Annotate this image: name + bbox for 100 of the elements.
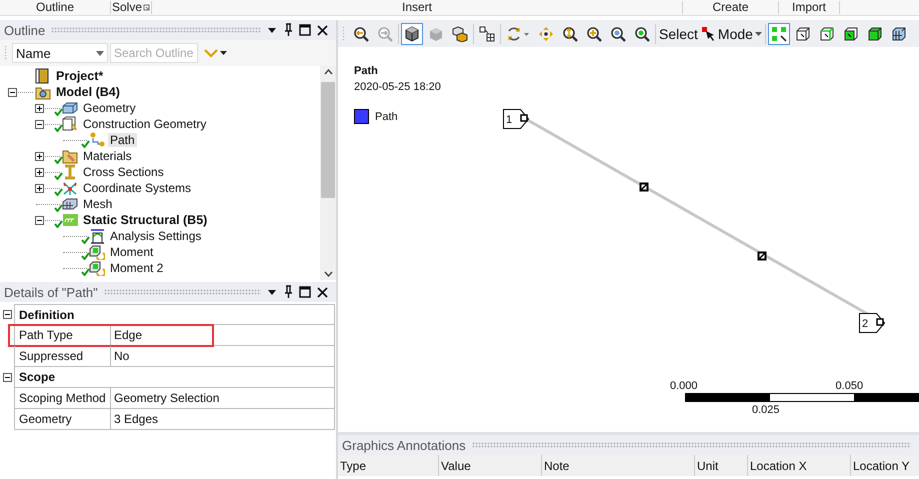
- mode-dropdown[interactable]: Mode: [700, 26, 763, 42]
- property-value[interactable]: Geometry Selection: [110, 388, 335, 409]
- moment-node-icon: [89, 244, 105, 260]
- point-label: 1: [503, 109, 530, 129]
- panel-title: Graphics Annotations: [342, 438, 466, 452]
- point-label: 2: [859, 313, 886, 333]
- tree-item[interactable]: Model (B4): [54, 85, 122, 99]
- scroll-up-icon[interactable]: [324, 69, 332, 75]
- ribbon-group-label: Import: [792, 1, 826, 14]
- edge-marker: [639, 182, 649, 192]
- property-value[interactable]: 3 Edges: [110, 409, 335, 430]
- cube-button[interactable]: [401, 22, 423, 44]
- zoom-back-icon: [353, 26, 369, 42]
- column-header[interactable]: Location Y: [851, 455, 919, 476]
- mesh-node-icon: [62, 196, 78, 212]
- column-header[interactable]: Unit: [695, 455, 748, 476]
- select-label[interactable]: Select: [658, 26, 699, 42]
- tree-item[interactable]: Mesh: [81, 197, 114, 211]
- zoom-icon: [562, 26, 578, 42]
- tree-item[interactable]: Geometry: [81, 101, 138, 115]
- analysis-node-icon: [62, 212, 78, 228]
- body-select-icon: [866, 26, 883, 42]
- dropdown-icon[interactable]: [267, 288, 277, 296]
- scroll-down-icon[interactable]: [324, 271, 332, 277]
- tree-item[interactable]: Analysis Settings: [108, 229, 204, 243]
- column-header[interactable]: Location X: [748, 455, 851, 476]
- zoom-forward-icon: [377, 26, 393, 42]
- tree-item[interactable]: Construction Geometry: [81, 117, 208, 131]
- select-filter-button[interactable]: [768, 22, 790, 44]
- zoom-in-icon: [586, 26, 602, 42]
- vertex-select-icon: [794, 26, 811, 42]
- filter-dropdown[interactable]: Name: [12, 43, 108, 63]
- expand-icon[interactable]: [35, 152, 44, 160]
- scale-label: 0.000: [670, 380, 698, 392]
- column-header[interactable]: Value: [439, 455, 542, 476]
- grid-icon: [479, 26, 495, 42]
- property-label: Geometry: [14, 409, 110, 430]
- maximize-icon[interactable]: [299, 286, 311, 298]
- collapse-icon[interactable]: [35, 120, 44, 128]
- tree-item[interactable]: Materials: [81, 149, 134, 163]
- cube-icon: [404, 26, 420, 42]
- property-label: Suppressed: [14, 346, 110, 367]
- pan-icon: [538, 26, 554, 42]
- sections-node-icon: [62, 164, 78, 180]
- project-node-icon: [35, 68, 51, 84]
- ribbon-group-label: Create: [712, 1, 749, 14]
- settings-node-icon: [89, 228, 105, 244]
- section-header: Scope: [14, 367, 335, 388]
- ribbon-group-label: Solve: [112, 1, 142, 14]
- rotate-icon: [506, 26, 530, 42]
- close-icon[interactable]: [317, 24, 328, 36]
- tree-item[interactable]: Moment 2: [108, 261, 166, 275]
- column-header[interactable]: Type: [338, 455, 439, 476]
- tree-item[interactable]: Cross Sections: [81, 165, 166, 179]
- collapse-icon[interactable]: [2, 373, 12, 382]
- collapse-icon[interactable]: [35, 216, 44, 224]
- edge-select-icon: [818, 26, 835, 42]
- zoom-fit-icon: [610, 26, 626, 42]
- maximize-icon[interactable]: [299, 24, 311, 36]
- panel-title: Outline: [4, 22, 46, 38]
- dropdown-icon[interactable]: [267, 26, 277, 34]
- property-label: Scoping Method: [14, 388, 110, 409]
- cube-icon: [428, 26, 444, 42]
- ribbon-group-label: Outline: [36, 1, 74, 14]
- property-value[interactable]: No: [110, 346, 335, 367]
- ribbon-group-label: Insert: [402, 1, 432, 14]
- legend-label: Path: [375, 110, 398, 122]
- coords-node-icon: [62, 180, 78, 196]
- expand-icon[interactable]: [35, 104, 44, 112]
- scrollbar-thumb[interactable]: [321, 82, 335, 198]
- cubes-icon: [452, 26, 468, 42]
- geometry-node-icon: [62, 100, 78, 116]
- collapse-icon[interactable]: [8, 88, 17, 96]
- tree-item[interactable]: Coordinate Systems: [81, 181, 194, 195]
- launcher-icon[interactable]: [143, 4, 150, 11]
- collapse-icon[interactable]: [2, 310, 12, 319]
- materials-node-icon: [62, 148, 78, 164]
- pin-icon[interactable]: [283, 23, 293, 37]
- tree-item[interactable]: Moment: [108, 245, 156, 259]
- caret-icon[interactable]: [220, 51, 227, 55]
- expand-icon[interactable]: [35, 184, 44, 192]
- tree-item[interactable]: Path: [108, 133, 137, 147]
- section-header: Definition: [14, 304, 335, 325]
- pin-icon[interactable]: [283, 285, 293, 299]
- edge-marker: [757, 251, 767, 261]
- timestamp: 2020-05-25 18:20: [354, 81, 442, 93]
- tree-item[interactable]: Static Structural (B5): [81, 213, 210, 227]
- tree-item[interactable]: Project*: [54, 69, 106, 83]
- close-icon[interactable]: [317, 286, 328, 298]
- property-value[interactable]: Edge: [110, 325, 335, 346]
- panel-title: Details of "Path": [4, 284, 98, 300]
- construction-node-icon: [62, 116, 78, 132]
- cursor-icon: [702, 26, 716, 40]
- property-label: Path Type: [14, 325, 110, 346]
- select-filter-icon: [770, 26, 787, 42]
- mesh-select-icon: [890, 26, 907, 42]
- expand-icon[interactable]: [35, 168, 44, 176]
- column-header[interactable]: Note: [542, 455, 695, 476]
- path-node-icon: [89, 132, 105, 148]
- search-field[interactable]: Search Outline: [110, 43, 198, 63]
